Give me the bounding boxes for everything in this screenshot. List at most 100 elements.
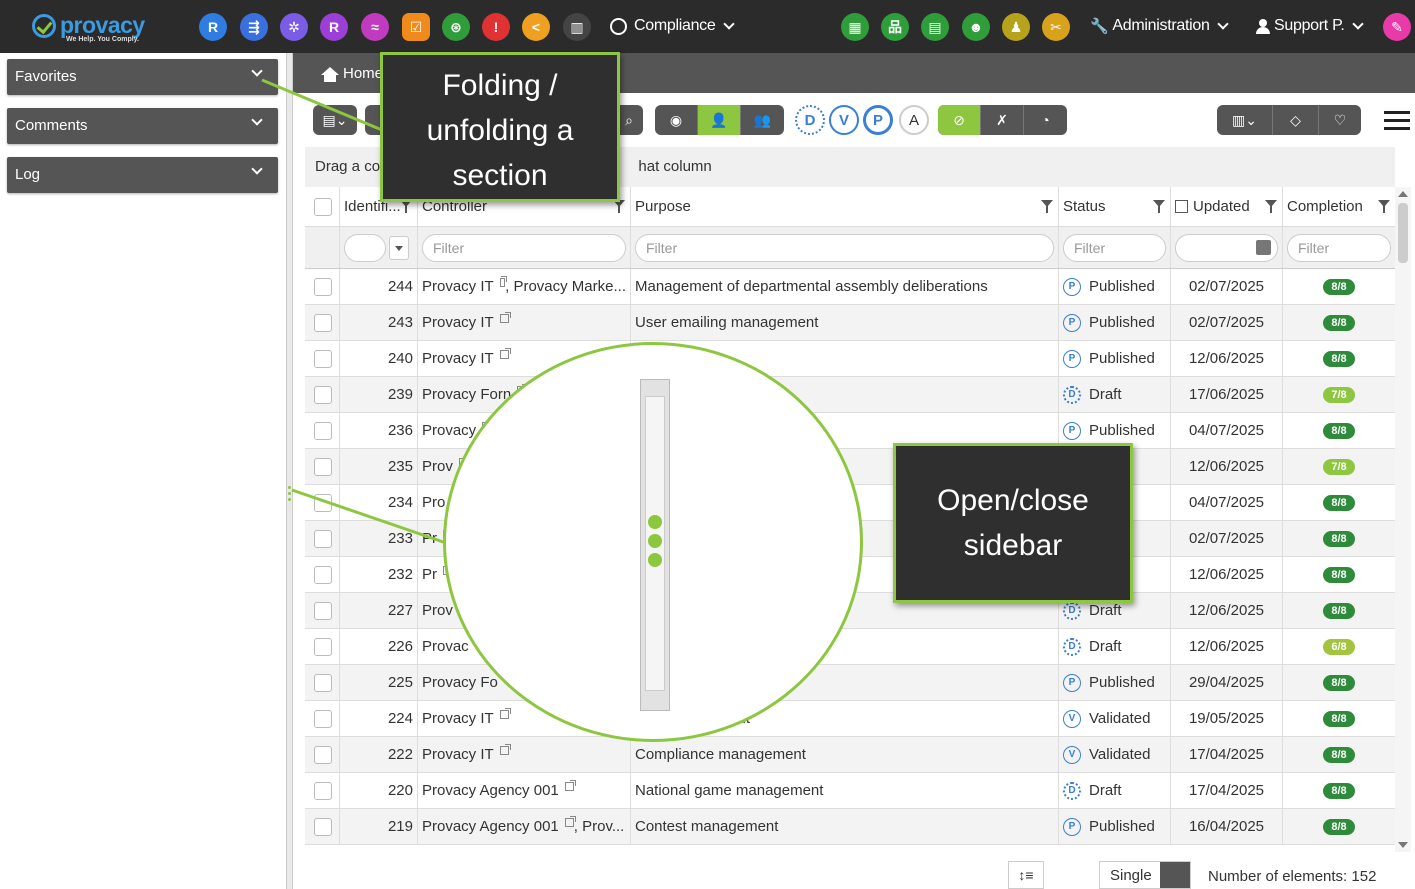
controller-link[interactable]: Provacy Forn — [422, 386, 511, 403]
user-badge-icon[interactable]: ⊛ — [442, 13, 470, 41]
completion-filter-input[interactable]: Filter — [1287, 233, 1391, 262]
table-row[interactable]: 220 Provacy Agency 001 National game manag… — [305, 773, 1395, 809]
sidebar-section-log[interactable]: Log — [7, 157, 278, 193]
controller-link[interactable]: Provacy IT — [422, 710, 494, 727]
row-checkbox[interactable] — [314, 493, 332, 512]
row-checkbox[interactable] — [314, 277, 332, 296]
identifier-operator-dropdown[interactable] — [389, 235, 409, 260]
vertical-scrollbar[interactable] — [1395, 187, 1411, 852]
all-users-filter[interactable]: ◉ — [655, 105, 698, 135]
controller-link[interactable]: Pr — [422, 530, 437, 547]
shield-icon[interactable]: ! — [482, 13, 510, 41]
handshake-icon[interactable]: ≈ — [361, 13, 389, 41]
filter-icon[interactable] — [1265, 200, 1277, 213]
external-link-icon[interactable] — [499, 348, 511, 359]
header-updated[interactable]: Updated — [1171, 187, 1283, 226]
columns-button[interactable]: ▥⌄ — [1217, 105, 1273, 135]
scroll-down-icon[interactable] — [1398, 842, 1408, 848]
header-completion[interactable]: Completion — [1283, 187, 1395, 226]
controller-link[interactable]: Provacy — [422, 422, 476, 439]
avatar[interactable]: ✎ — [1383, 13, 1411, 41]
status-filter-input[interactable]: Filter — [1063, 233, 1166, 262]
my-items-filter[interactable]: 👤 — [698, 105, 741, 135]
checklist-icon[interactable]: ☑ — [402, 13, 430, 41]
block-filter-button[interactable]: ⊘ — [938, 105, 981, 135]
team-filter[interactable]: 👥 — [741, 105, 784, 135]
controller-link[interactable]: Provacy Fo — [422, 674, 498, 691]
hamburger-menu-icon[interactable] — [1384, 111, 1410, 131]
controller-link[interactable]: Provacy IT — [422, 278, 494, 295]
controller-link[interactable]: Provacy IT — [422, 746, 494, 763]
controller-link[interactable]: Provac — [422, 638, 469, 655]
r-purple-icon[interactable]: R — [320, 13, 348, 41]
row-checkbox[interactable] — [314, 745, 332, 764]
tools-filter-button[interactable]: ✗ — [981, 105, 1024, 135]
filter-icon[interactable] — [1041, 200, 1053, 213]
sidebar-section-comments[interactable]: Comments — [7, 108, 278, 144]
row-checkbox[interactable] — [314, 565, 332, 584]
breadcrumb[interactable]: Home — [321, 65, 383, 82]
external-link-icon[interactable] — [564, 816, 576, 827]
controller-filter-input[interactable]: Filter — [422, 233, 626, 262]
r-module-icon[interactable]: R — [199, 13, 227, 41]
filter-icon[interactable] — [1378, 200, 1390, 213]
purpose-filter-input[interactable]: Filter — [635, 233, 1054, 262]
controller-link[interactable]: Provacy IT — [422, 314, 494, 331]
table-row[interactable]: 239 Provacy Forn D Draft 17/06/2025 7/8 — [305, 377, 1395, 413]
buildings-icon[interactable]: ▤ — [921, 13, 949, 41]
row-checkbox[interactable] — [314, 313, 332, 332]
table-row[interactable]: 236ProvacyoceedingsPPublished04/07/20258… — [305, 413, 1395, 449]
table-row[interactable]: 225Provacy FonagementPPublished29/04/202… — [305, 665, 1395, 701]
row-checkbox[interactable] — [314, 817, 332, 836]
sidebar-section-favorites[interactable]: Favorites — [7, 59, 278, 95]
gauge-filter-button[interactable]: ◔ — [1024, 105, 1067, 135]
scrollbar-thumb[interactable] — [1398, 203, 1408, 263]
status-filter-validated[interactable]: V — [829, 105, 859, 135]
network-icon[interactable]: ⇶ — [240, 13, 268, 41]
people-icon[interactable]: ♟ — [1002, 13, 1030, 41]
table-row[interactable]: 240Provacy ITmanagementPPublished12/06/2… — [305, 341, 1395, 377]
provacy-logo[interactable]: provacy We Help. You Comply. — [30, 12, 150, 46]
controller-link[interactable]: Pro — [422, 494, 445, 511]
row-checkbox[interactable] — [314, 457, 332, 476]
row-checkbox[interactable] — [314, 637, 332, 656]
external-link-icon[interactable] — [564, 780, 576, 791]
updated-filter-input[interactable] — [1175, 233, 1278, 262]
single-mode-toggle[interactable]: Single — [1099, 861, 1191, 889]
table-row[interactable]: 243 Provacy IT User emailing management P Pu… — [305, 305, 1395, 341]
controller-link[interactable]: Prov — [422, 458, 453, 475]
table-row[interactable]: 219 Provacy Agency 001, Prov... Contest ma… — [305, 809, 1395, 845]
controller-link[interactable]: Prov — [422, 602, 453, 619]
scroll-up-icon[interactable] — [1398, 191, 1408, 197]
compliance-menu[interactable]: Compliance — [610, 17, 736, 35]
library-icon[interactable]: ▥ — [563, 13, 591, 41]
filter-icon[interactable] — [1153, 200, 1165, 213]
building-icon[interactable]: ▦ — [841, 13, 869, 41]
toggle-switch[interactable] — [1160, 862, 1190, 888]
header-purpose[interactable]: Purpose — [631, 187, 1059, 226]
user-menu[interactable]: Support P. — [1256, 17, 1365, 35]
favorite-button[interactable]: ♡ — [1319, 105, 1361, 135]
table-row[interactable]: 244 Provacy IT, Provacy Marke... Managemen… — [305, 269, 1395, 305]
row-checkbox[interactable] — [314, 529, 332, 548]
status-filter-draft[interactable]: D — [795, 105, 825, 135]
status-filter-archived[interactable]: A — [899, 105, 929, 135]
table-row[interactable]: 222 Provacy IT Compliance management V Valid… — [305, 737, 1395, 773]
select-all-checkbox[interactable] — [314, 197, 332, 216]
controller-link[interactable]: Provacy Agency 001 — [422, 782, 559, 799]
export-button[interactable]: ▤⌄ — [313, 105, 357, 135]
sort-order-button[interactable]: ↕≡ — [1008, 861, 1044, 889]
table-row[interactable]: 224Provacy ITess managementVValidated19/… — [305, 701, 1395, 737]
org-chart-icon[interactable]: 品 — [881, 13, 909, 41]
row-checkbox[interactable] — [314, 709, 332, 728]
share-icon[interactable]: < — [522, 13, 550, 41]
external-link-icon[interactable] — [499, 744, 511, 755]
row-checkbox[interactable] — [314, 673, 332, 692]
external-link-icon[interactable] — [499, 708, 511, 719]
row-checkbox[interactable] — [314, 601, 332, 620]
identifier-filter-input[interactable] — [344, 233, 386, 262]
row-checkbox[interactable] — [314, 781, 332, 800]
header-status[interactable]: Status — [1059, 187, 1171, 226]
row-checkbox[interactable] — [314, 385, 332, 404]
team-icon[interactable]: ☻ — [962, 13, 990, 41]
